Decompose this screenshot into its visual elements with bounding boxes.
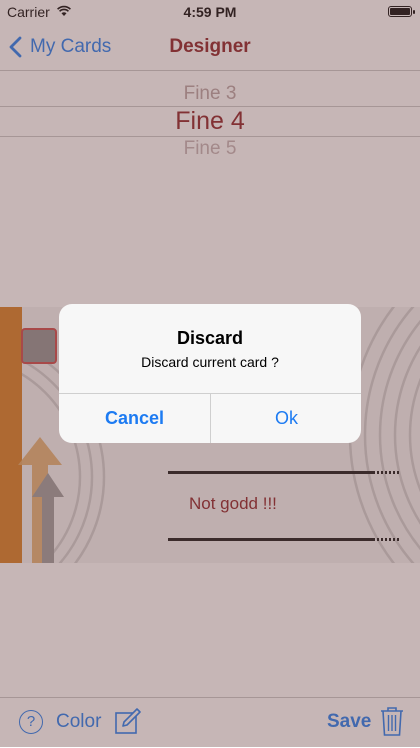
alert-cancel-button[interactable]: Cancel [59, 394, 210, 443]
alert-title: Discard [176, 328, 244, 348]
alert-message: Discard current card ? [141, 354, 279, 370]
discard-alert: Discard Discard current card ? Cancel Ok [59, 304, 361, 443]
alert-ok-button[interactable]: Ok [211, 394, 361, 443]
